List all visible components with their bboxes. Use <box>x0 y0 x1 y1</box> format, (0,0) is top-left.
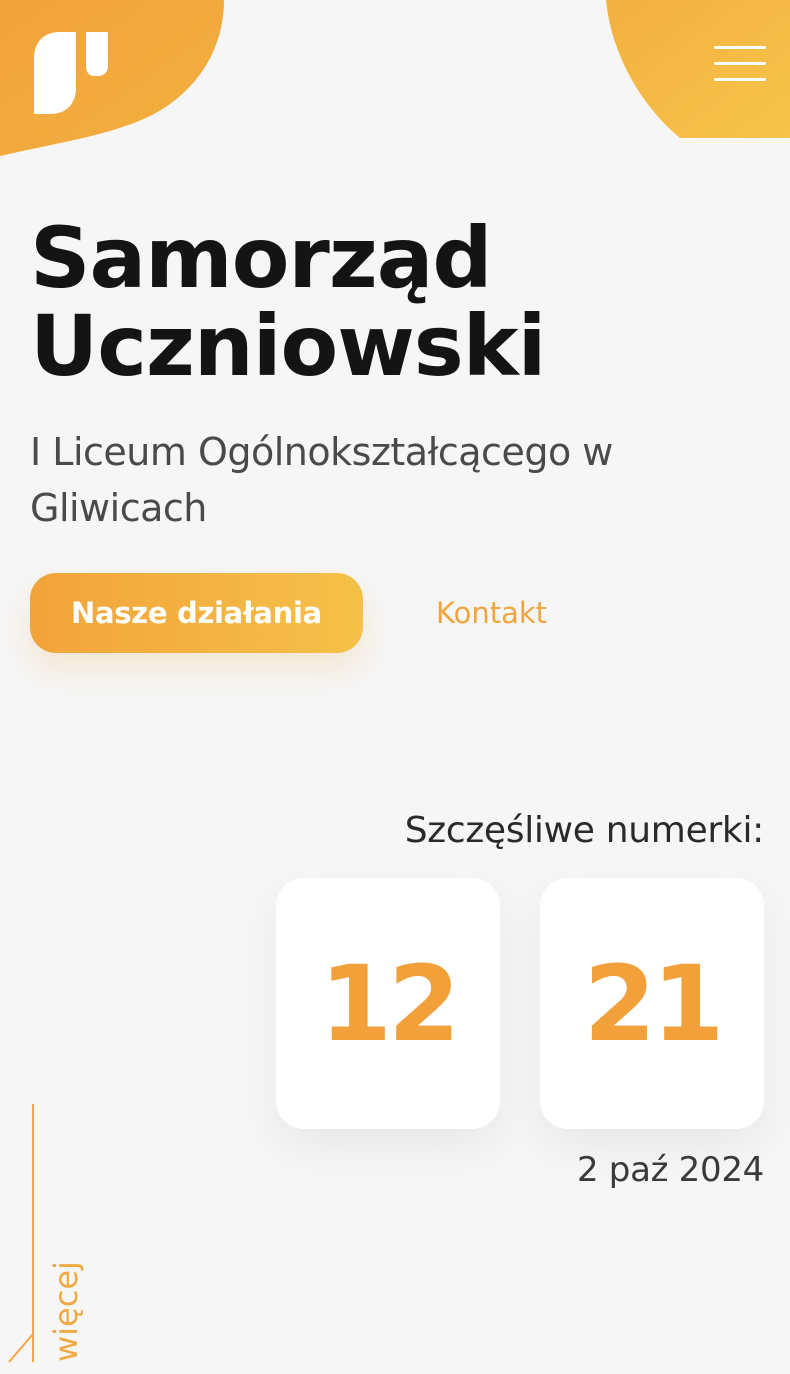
scroll-more-link[interactable]: więcej <box>46 1261 86 1362</box>
school-logo-icon[interactable] <box>34 32 108 114</box>
menu-line <box>714 46 766 49</box>
page-title: Samorząd Uczniowski <box>30 214 770 390</box>
lucky-numbers-date: 2 paź 2024 <box>576 1150 764 1190</box>
lucky-number-card: 12 <box>276 878 500 1129</box>
menu-line <box>714 78 766 81</box>
page-subtitle: I Liceum Ogólnokształcącego w Gliwicach <box>30 430 613 530</box>
scroll-hint-line <box>32 1104 34 1362</box>
our-activities-button[interactable]: Nasze działania <box>30 573 363 653</box>
lucky-numbers-label: Szczęśliwe numerki: <box>404 810 765 851</box>
hamburger-menu-icon[interactable] <box>712 44 768 84</box>
lucky-number-card: 21 <box>540 878 764 1129</box>
contact-link[interactable]: Kontakt <box>436 590 547 636</box>
title-line-2: Uczniowski <box>30 297 546 395</box>
arrow-down-left-icon <box>8 1333 34 1363</box>
title-line-1: Samorząd <box>30 209 493 307</box>
menu-line <box>714 62 766 65</box>
